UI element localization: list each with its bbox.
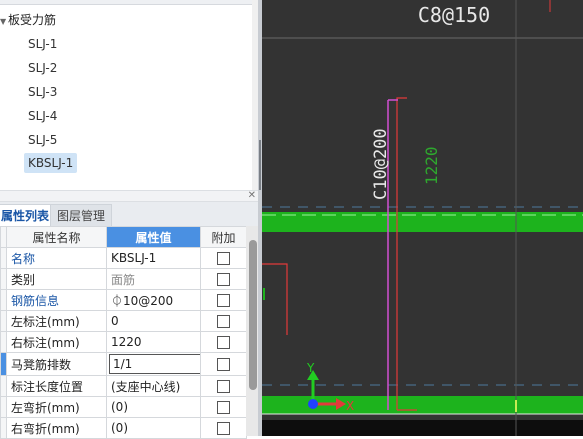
- divider-grip[interactable]: [259, 140, 261, 190]
- property-value[interactable]: KBSLJ-1: [106, 247, 201, 269]
- extra-cell: [200, 268, 247, 290]
- table-row[interactable]: 类别 面筋: [0, 268, 247, 290]
- table-row[interactable]: 左标注(mm) 0: [0, 310, 247, 332]
- property-value[interactable]: 1220: [106, 331, 201, 353]
- table-row-active[interactable]: 马凳筋排数: [0, 352, 247, 376]
- drawing-svg: C8@150 C10@200 1220 Y X: [262, 0, 583, 436]
- property-name: 右标注(mm): [6, 331, 107, 353]
- property-name: 标注长度位置: [6, 375, 107, 397]
- canvas-bottom-strip: [262, 420, 583, 436]
- extra-cell: [200, 375, 247, 397]
- drawing-canvas[interactable]: C8@150 C10@200 1220 Y X: [262, 0, 583, 436]
- property-name: 名称: [6, 247, 107, 269]
- column-header-extra[interactable]: 附加: [200, 226, 247, 248]
- property-value-input[interactable]: [109, 354, 200, 374]
- extra-checkbox[interactable]: [217, 252, 230, 265]
- tree-item-slj-5[interactable]: SLJ-5: [24, 130, 61, 150]
- axis-y-label: Y: [306, 361, 315, 375]
- column-header-value[interactable]: 属性值: [106, 226, 201, 248]
- origin-icon: [308, 399, 318, 409]
- tree-item-slj-1[interactable]: SLJ-1: [24, 34, 61, 54]
- extra-checkbox[interactable]: [217, 401, 230, 414]
- extra-cell: [200, 331, 247, 353]
- component-tree: ▼ 板受力筋 SLJ-1 SLJ-2 SLJ-3 SLJ-4 SLJ-5 KBSL…: [0, 0, 260, 190]
- tree-root-node[interactable]: ▼ 板受力筋: [0, 12, 56, 28]
- tree-root-label: 板受力筋: [8, 13, 57, 27]
- tree-item-slj-2[interactable]: SLJ-2: [24, 58, 61, 78]
- property-value[interactable]: (0): [106, 396, 201, 418]
- extra-checkbox[interactable]: [217, 380, 230, 393]
- extra-checkbox[interactable]: [217, 273, 230, 286]
- property-name: 右弯折(mm): [6, 417, 107, 439]
- extra-cell: [200, 396, 247, 418]
- extra-checkbox[interactable]: [217, 315, 230, 328]
- dimension-label[interactable]: 1220: [422, 146, 441, 185]
- property-name: 左标注(mm): [6, 310, 107, 332]
- extra-checkbox[interactable]: [217, 422, 230, 435]
- table-row[interactable]: 名称 KBSLJ-1: [0, 247, 247, 269]
- table-row[interactable]: 右弯折(mm) (0): [0, 417, 247, 439]
- top-rebar-label[interactable]: C8@150: [418, 3, 490, 27]
- extra-cell: [200, 310, 247, 332]
- tab-properties[interactable]: 属性列表: [0, 204, 57, 227]
- caret-down-icon[interactable]: ▼: [0, 14, 8, 30]
- extra-cell: [200, 352, 247, 376]
- property-grid: 属性名称 属性值 附加 名称 KBSLJ-1 类别 面筋 钢筋信息 ⏀10@20…: [0, 226, 247, 439]
- tab-layers[interactable]: 图层管理: [50, 204, 113, 227]
- property-value[interactable]: (支座中心线): [106, 375, 201, 397]
- tree-header: [0, 0, 260, 5]
- panel-splitter[interactable]: ✕: [0, 190, 260, 202]
- property-name: 左弯折(mm): [6, 396, 107, 418]
- property-value-cell: [106, 352, 201, 376]
- property-name: 钢筋信息: [6, 289, 107, 311]
- table-row[interactable]: 钢筋信息 ⏀10@200: [0, 289, 247, 311]
- table-row[interactable]: 右标注(mm) 1220: [0, 331, 247, 353]
- close-icon[interactable]: ✕: [248, 190, 256, 201]
- column-header-name[interactable]: 属性名称: [6, 226, 107, 248]
- extra-checkbox[interactable]: [217, 294, 230, 307]
- property-tabs: 属性列表 图层管理: [0, 202, 260, 227]
- table-row[interactable]: 左弯折(mm) (0): [0, 396, 247, 418]
- tree-item-slj-4[interactable]: SLJ-4: [24, 106, 61, 126]
- vertical-rebar-label[interactable]: C10@200: [371, 128, 391, 200]
- grid-scrollbar-thumb[interactable]: [249, 240, 257, 390]
- property-value: 面筋: [106, 268, 201, 290]
- property-value[interactable]: (0): [106, 417, 201, 439]
- tree-item-kbslj-1[interactable]: KBSLJ-1: [24, 153, 78, 173]
- outline-line: [262, 263, 288, 335]
- extra-cell: [200, 289, 247, 311]
- property-name: 马凳筋排数: [6, 352, 107, 376]
- property-name: 类别: [6, 268, 107, 290]
- property-value[interactable]: 0: [106, 310, 201, 332]
- axis-x-label: X: [346, 399, 354, 413]
- grid-header-row: 属性名称 属性值 附加: [0, 226, 247, 248]
- tree-item-slj-3[interactable]: SLJ-3: [24, 82, 61, 102]
- table-row[interactable]: 标注长度位置 (支座中心线): [0, 375, 247, 397]
- extra-checkbox[interactable]: [217, 336, 230, 349]
- extra-checkbox[interactable]: [217, 358, 230, 371]
- outline-line: [396, 97, 407, 410]
- extra-cell: [200, 417, 247, 439]
- extra-cell: [200, 247, 247, 269]
- property-value[interactable]: ⏀10@200: [106, 289, 201, 311]
